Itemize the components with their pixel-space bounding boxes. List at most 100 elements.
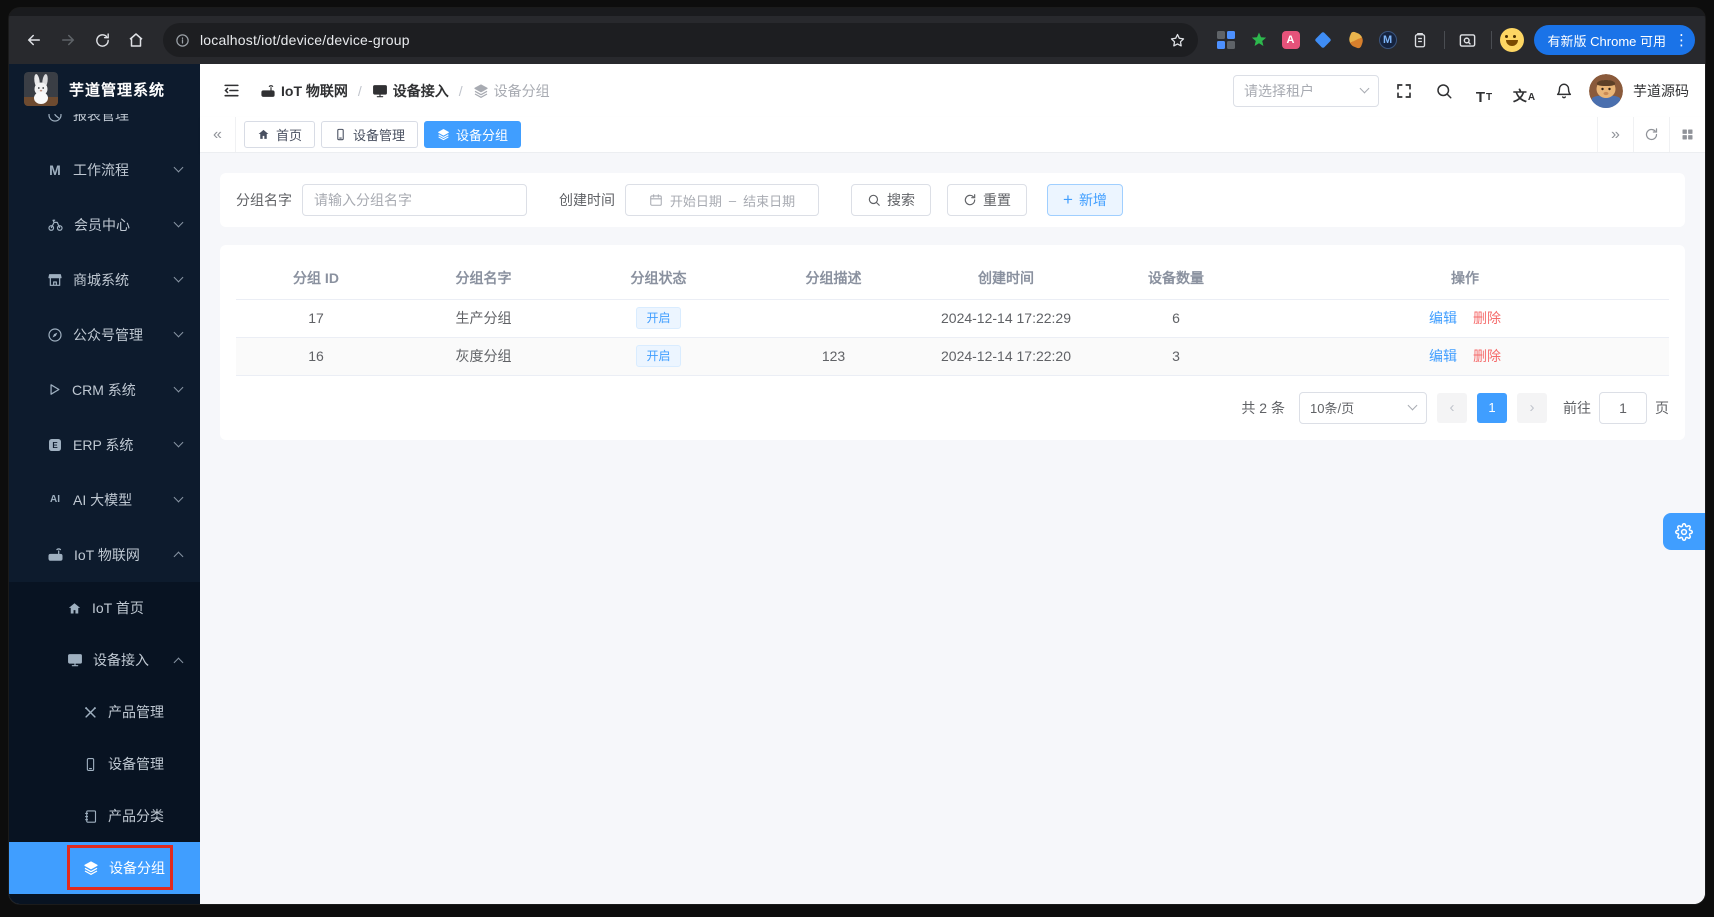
sidebar-item-device-access[interactable]: 设备接入 — [9, 634, 200, 686]
reload-icon — [94, 32, 111, 49]
tenant-select[interactable]: 请选择租户 — [1233, 74, 1379, 107]
theme-settings-button[interactable] — [1663, 513, 1705, 550]
router-icon — [260, 83, 276, 99]
tools-icon — [83, 705, 98, 720]
create-time-label: 创建时间 — [559, 192, 615, 208]
prev-page-button[interactable]: ‹ — [1437, 392, 1467, 423]
sidebar-item-mall[interactable]: 商城系统 — [9, 252, 200, 307]
sidebar-item-mp[interactable]: 公众号管理 — [9, 307, 200, 362]
sidebar-item-report[interactable]: 报表管理 — [9, 114, 200, 142]
tab-device-mgmt[interactable]: 设备管理 — [321, 121, 419, 148]
cell-status: 开启 — [571, 337, 746, 376]
edit-link[interactable]: 编辑 — [1429, 348, 1457, 364]
browser-home-button[interactable] — [121, 25, 151, 55]
delete-link[interactable]: 删除 — [1473, 348, 1501, 364]
layers-icon — [473, 83, 489, 99]
back-arrow-icon — [25, 31, 43, 49]
extension-translate-icon[interactable]: A — [1281, 31, 1300, 49]
search-icon[interactable] — [1429, 76, 1459, 106]
extensions-puzzle-icon[interactable] — [1410, 30, 1430, 50]
breadcrumb-item-iot[interactable]: IoT 物联网 — [260, 81, 348, 101]
app-logo-rabbit — [24, 72, 58, 106]
sidebar-item-iot[interactable]: IoT 物联网 — [9, 527, 200, 582]
sidebar-item-erp[interactable]: E ERP 系统 — [9, 417, 200, 472]
page-size-select[interactable]: 10条/页 — [1299, 391, 1427, 424]
chevron-down-icon — [173, 272, 184, 283]
goto-page-input[interactable] — [1599, 391, 1647, 424]
breadcrumb-item-device-access[interactable]: 设备接入 — [372, 81, 449, 101]
sidebar-item-device-mgmt[interactable]: 设备管理 — [9, 738, 200, 790]
extension-diamond-icon[interactable] — [1313, 30, 1333, 50]
pagination: 共 2 条 10条/页 ‹ 1 › 前往 页 — [236, 391, 1669, 424]
tab-device-group[interactable]: 设备分组 — [424, 121, 522, 148]
home-icon — [257, 128, 270, 141]
sidebar-item-workflow[interactable]: M 工作流程 — [9, 142, 200, 197]
tabs-scroll-right-icon[interactable]: » — [1597, 117, 1633, 152]
language-icon[interactable]: 文A — [1509, 76, 1539, 106]
search-icon — [867, 193, 881, 207]
user-avatar[interactable] — [1589, 73, 1623, 108]
forward-arrow-icon — [59, 31, 77, 49]
monitor-icon — [67, 652, 83, 668]
reset-button[interactable]: 重置 — [947, 184, 1027, 216]
cell-count: 6 — [1091, 299, 1261, 338]
font-size-icon[interactable]: TT — [1469, 76, 1499, 106]
total-count-label: 共 2 条 — [1241, 399, 1285, 416]
chevron-down-icon — [173, 217, 184, 228]
search-form-card: 分组名字 创建时间 开始日期 – 结束日期 搜索 — [220, 173, 1685, 227]
edit-link[interactable]: 编辑 — [1429, 310, 1457, 326]
fullscreen-icon[interactable] — [1389, 76, 1419, 106]
group-name-input[interactable] — [302, 184, 527, 216]
bookmark-star-icon[interactable] — [1169, 32, 1186, 49]
chevron-down-icon — [173, 437, 184, 448]
status-badge: 开启 — [636, 345, 681, 367]
sidebar-item-device-group[interactable]: 设备分组 — [9, 842, 200, 894]
tabs-scroll-left-icon[interactable]: « — [200, 117, 236, 152]
username-label[interactable]: 芋道源码 — [1633, 81, 1689, 101]
browser-menu-kebab-icon[interactable]: ⋮ — [1674, 33, 1689, 48]
erp-icon: E — [47, 437, 63, 453]
add-button[interactable]: + 新增 — [1047, 184, 1123, 216]
extension-green-star-icon[interactable] — [1249, 30, 1269, 50]
browser-forward-button[interactable] — [53, 25, 83, 55]
cell-id: 16 — [236, 337, 396, 376]
browser-profile-avatar[interactable] — [1499, 28, 1524, 52]
bicycle-icon — [47, 216, 64, 233]
tabs-layout-grid-icon[interactable] — [1669, 117, 1705, 152]
range-separator: – — [728, 192, 737, 208]
extension-broom-icon[interactable] — [1346, 30, 1366, 50]
sidebar-collapse-icon[interactable] — [216, 76, 246, 106]
address-bar[interactable]: localhost/iot/device/device-group — [163, 23, 1198, 57]
sidebar-item-product-mgmt[interactable]: 产品管理 — [9, 686, 200, 738]
cell-count: 3 — [1091, 337, 1261, 376]
layers-icon — [83, 860, 99, 876]
sidebar-item-crm[interactable]: CRM 系统 — [9, 362, 200, 417]
extension-squares-icon[interactable] — [1216, 30, 1236, 50]
chevron-down-icon — [173, 492, 184, 503]
workflow-icon: M — [49, 161, 61, 178]
sidebar-item-iot-home[interactable]: IoT 首页 — [9, 582, 200, 634]
delete-link[interactable]: 删除 — [1473, 310, 1501, 326]
browser-back-button[interactable] — [19, 25, 49, 55]
notification-bell-icon[interactable] — [1549, 76, 1579, 106]
chrome-update-button[interactable]: 有新版 Chrome 可用 ⋮ — [1533, 25, 1695, 55]
date-range-picker[interactable]: 开始日期 – 结束日期 — [625, 184, 819, 216]
next-page-button[interactable]: › — [1517, 392, 1547, 423]
tabs-refresh-icon[interactable] — [1633, 117, 1669, 152]
sidebar-item-member[interactable]: 会员中心 — [9, 197, 200, 252]
tab-home[interactable]: 首页 — [244, 121, 316, 148]
cell-desc: 123 — [746, 337, 921, 376]
chevron-down-icon — [1359, 83, 1370, 94]
site-info-icon[interactable] — [175, 33, 190, 48]
sidebar-item-ai[interactable]: AI AI 大模型 — [9, 472, 200, 527]
extension-m-badge-icon[interactable]: M — [1378, 31, 1397, 49]
sidebar-item-product-category[interactable]: 产品分类 — [9, 790, 200, 842]
sidebar-logo-row[interactable]: 芋道管理系统 — [9, 64, 200, 114]
page-number-1[interactable]: 1 — [1477, 392, 1507, 423]
browser-reload-button[interactable] — [87, 25, 117, 55]
search-button[interactable]: 搜索 — [851, 184, 931, 216]
goto-page: 前往 页 — [1563, 391, 1669, 424]
side-panel-icon[interactable] — [1453, 25, 1483, 55]
breadcrumb-item-device-group: 设备分组 — [473, 81, 550, 101]
col-header-name: 分组名字 — [396, 257, 571, 300]
